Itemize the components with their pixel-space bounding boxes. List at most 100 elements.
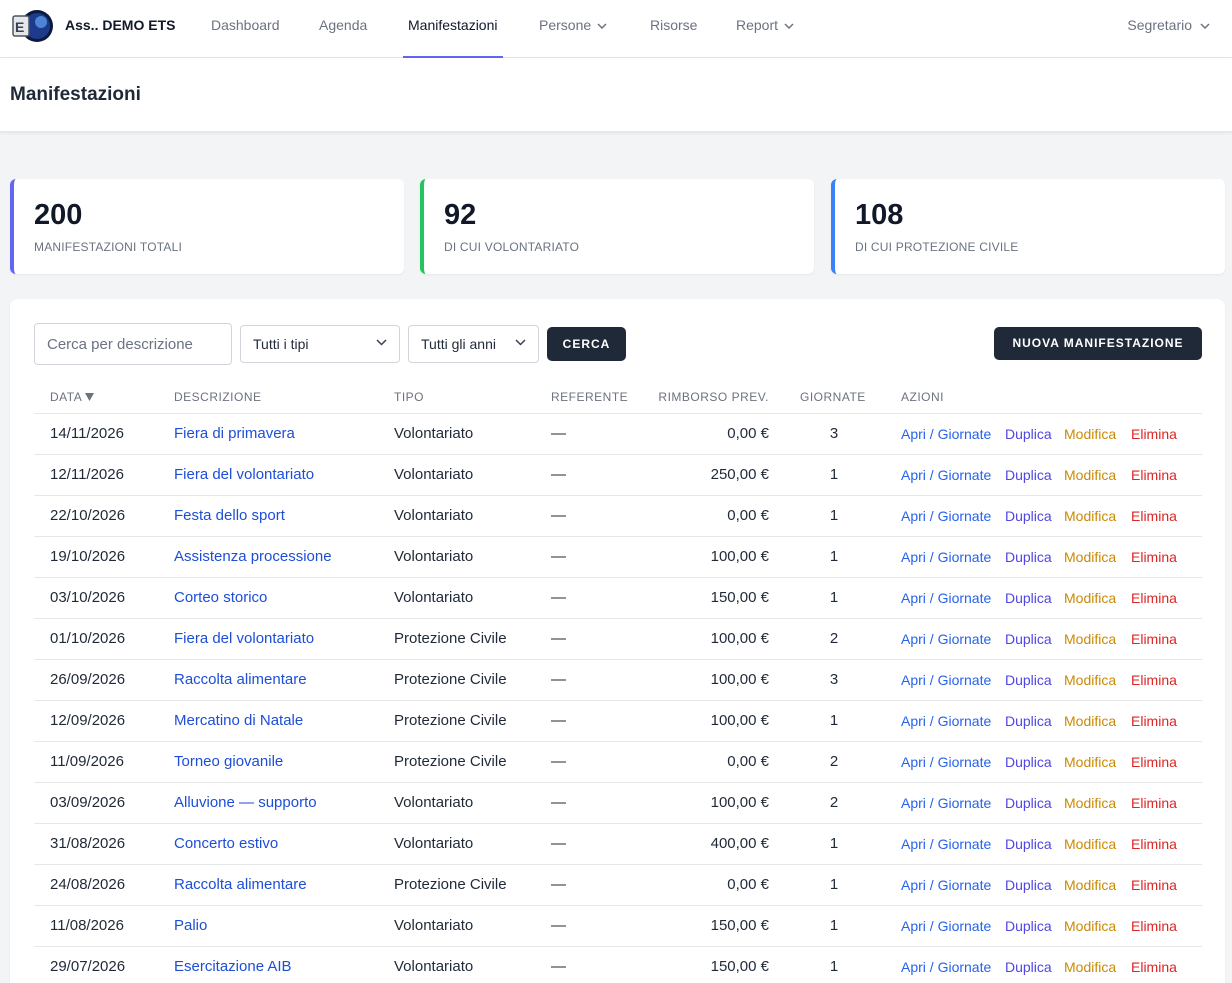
duplicate-link[interactable]: Duplica xyxy=(1005,631,1052,647)
edit-link[interactable]: Modifica xyxy=(1064,877,1116,893)
delete-link[interactable]: Elimina xyxy=(1131,672,1177,688)
duplicate-link[interactable]: Duplica xyxy=(1005,590,1052,606)
duplicate-link[interactable]: Duplica xyxy=(1005,713,1052,729)
table-header: DATA DESCRIZIONE TIPO REFERENTE RIMBORSO… xyxy=(34,381,1202,414)
search-button[interactable]: CERCA xyxy=(547,327,626,361)
open-giornate-link[interactable]: Apri / Giornate xyxy=(901,426,991,442)
row-descrizione-link[interactable]: Fiera del volontariato xyxy=(174,466,314,483)
row-data: 24/08/2026 xyxy=(50,876,126,893)
open-giornate-link[interactable]: Apri / Giornate xyxy=(901,754,991,770)
nav-report[interactable]: Report xyxy=(736,0,794,58)
stat-value: 108 xyxy=(855,199,904,231)
delete-link[interactable]: Elimina xyxy=(1131,877,1177,893)
open-giornate-link[interactable]: Apri / Giornate xyxy=(901,795,991,811)
delete-link[interactable]: Elimina xyxy=(1131,590,1177,606)
edit-link[interactable]: Modifica xyxy=(1064,918,1116,934)
duplicate-link[interactable]: Duplica xyxy=(1005,508,1052,524)
open-giornate-link[interactable]: Apri / Giornate xyxy=(901,713,991,729)
stat-label: DI CUI PROTEZIONE CIVILE xyxy=(855,240,1019,254)
row-referente: — xyxy=(551,466,566,483)
edit-link[interactable]: Modifica xyxy=(1064,549,1116,565)
duplicate-link[interactable]: Duplica xyxy=(1005,836,1052,852)
delete-link[interactable]: Elimina xyxy=(1131,426,1177,442)
open-giornate-link[interactable]: Apri / Giornate xyxy=(901,549,991,565)
row-rimborso: 0,00 € xyxy=(727,876,769,893)
open-giornate-link[interactable]: Apri / Giornate xyxy=(901,672,991,688)
row-descrizione-link[interactable]: Assistenza processione xyxy=(174,548,332,565)
nav-agenda[interactable]: Agenda xyxy=(319,0,367,58)
row-descrizione-link[interactable]: Concerto estivo xyxy=(174,835,278,852)
edit-link[interactable]: Modifica xyxy=(1064,713,1116,729)
row-referente: — xyxy=(551,630,566,647)
nav-persone[interactable]: Persone xyxy=(539,0,607,58)
delete-link[interactable]: Elimina xyxy=(1131,508,1177,524)
edit-link[interactable]: Modifica xyxy=(1064,508,1116,524)
row-descrizione-link[interactable]: Fiera del volontariato xyxy=(174,630,314,647)
row-referente: — xyxy=(551,589,566,606)
duplicate-link[interactable]: Duplica xyxy=(1005,467,1052,483)
row-descrizione-link[interactable]: Torneo giovanile xyxy=(174,753,283,770)
row-descrizione-link[interactable]: Festa dello sport xyxy=(174,507,285,524)
year-select[interactable]: Tutti gli anni xyxy=(408,325,539,363)
open-giornate-link[interactable]: Apri / Giornate xyxy=(901,877,991,893)
edit-link[interactable]: Modifica xyxy=(1064,672,1116,688)
row-referente: — xyxy=(551,507,566,524)
nav-risorse[interactable]: Risorse xyxy=(650,0,697,58)
user-menu[interactable]: Segretario xyxy=(1127,0,1210,58)
duplicate-link[interactable]: Duplica xyxy=(1005,549,1052,565)
duplicate-link[interactable]: Duplica xyxy=(1005,672,1052,688)
delete-link[interactable]: Elimina xyxy=(1131,795,1177,811)
delete-link[interactable]: Elimina xyxy=(1131,549,1177,565)
logo-icon[interactable]: E xyxy=(11,8,55,44)
open-giornate-link[interactable]: Apri / Giornate xyxy=(901,467,991,483)
edit-link[interactable]: Modifica xyxy=(1064,426,1116,442)
delete-link[interactable]: Elimina xyxy=(1131,713,1177,729)
type-select[interactable]: Tutti i tipi xyxy=(240,325,400,363)
duplicate-link[interactable]: Duplica xyxy=(1005,754,1052,770)
delete-link[interactable]: Elimina xyxy=(1131,836,1177,852)
nav-manifestazioni[interactable]: Manifestazioni xyxy=(408,0,498,58)
duplicate-link[interactable]: Duplica xyxy=(1005,795,1052,811)
open-giornate-link[interactable]: Apri / Giornate xyxy=(901,918,991,934)
open-giornate-link[interactable]: Apri / Giornate xyxy=(901,836,991,852)
duplicate-link[interactable]: Duplica xyxy=(1005,877,1052,893)
search-input[interactable] xyxy=(34,323,232,365)
row-descrizione-link[interactable]: Palio xyxy=(174,917,207,934)
new-manifestazione-button[interactable]: NUOVA MANIFESTAZIONE xyxy=(994,327,1202,360)
row-descrizione-link[interactable]: Esercitazione AIB xyxy=(174,958,292,975)
edit-link[interactable]: Modifica xyxy=(1064,631,1116,647)
row-descrizione-link[interactable]: Mercatino di Natale xyxy=(174,712,303,729)
edit-link[interactable]: Modifica xyxy=(1064,754,1116,770)
edit-link[interactable]: Modifica xyxy=(1064,467,1116,483)
stat-card-totali: 200 MANIFESTAZIONI TOTALI xyxy=(10,179,404,274)
row-descrizione-link[interactable]: Raccolta alimentare xyxy=(174,671,307,688)
row-tipo: Volontariato xyxy=(394,507,474,524)
duplicate-link[interactable]: Duplica xyxy=(1005,918,1052,934)
delete-link[interactable]: Elimina xyxy=(1131,918,1177,934)
open-giornate-link[interactable]: Apri / Giornate xyxy=(901,590,991,606)
row-descrizione-link[interactable]: Raccolta alimentare xyxy=(174,876,307,893)
col-data-header[interactable]: DATA xyxy=(50,390,95,404)
nav-dashboard[interactable]: Dashboard xyxy=(211,0,280,58)
row-referente: — xyxy=(551,712,566,729)
row-descrizione-link[interactable]: Corteo storico xyxy=(174,589,267,606)
row-giornate: 1 xyxy=(829,507,839,524)
nav-report-label: Report xyxy=(736,17,779,33)
brand-name[interactable]: Ass.. DEMO ETS xyxy=(65,17,175,33)
open-giornate-link[interactable]: Apri / Giornate xyxy=(901,959,991,975)
row-descrizione-link[interactable]: Fiera di primavera xyxy=(174,425,295,442)
open-giornate-link[interactable]: Apri / Giornate xyxy=(901,508,991,524)
duplicate-link[interactable]: Duplica xyxy=(1005,426,1052,442)
edit-link[interactable]: Modifica xyxy=(1064,795,1116,811)
row-giornate: 3 xyxy=(829,671,839,688)
delete-link[interactable]: Elimina xyxy=(1131,959,1177,975)
delete-link[interactable]: Elimina xyxy=(1131,467,1177,483)
delete-link[interactable]: Elimina xyxy=(1131,631,1177,647)
open-giornate-link[interactable]: Apri / Giornate xyxy=(901,631,991,647)
edit-link[interactable]: Modifica xyxy=(1064,836,1116,852)
delete-link[interactable]: Elimina xyxy=(1131,754,1177,770)
row-descrizione-link[interactable]: Alluvione — supporto xyxy=(174,794,317,811)
duplicate-link[interactable]: Duplica xyxy=(1005,959,1052,975)
edit-link[interactable]: Modifica xyxy=(1064,590,1116,606)
edit-link[interactable]: Modifica xyxy=(1064,959,1116,975)
